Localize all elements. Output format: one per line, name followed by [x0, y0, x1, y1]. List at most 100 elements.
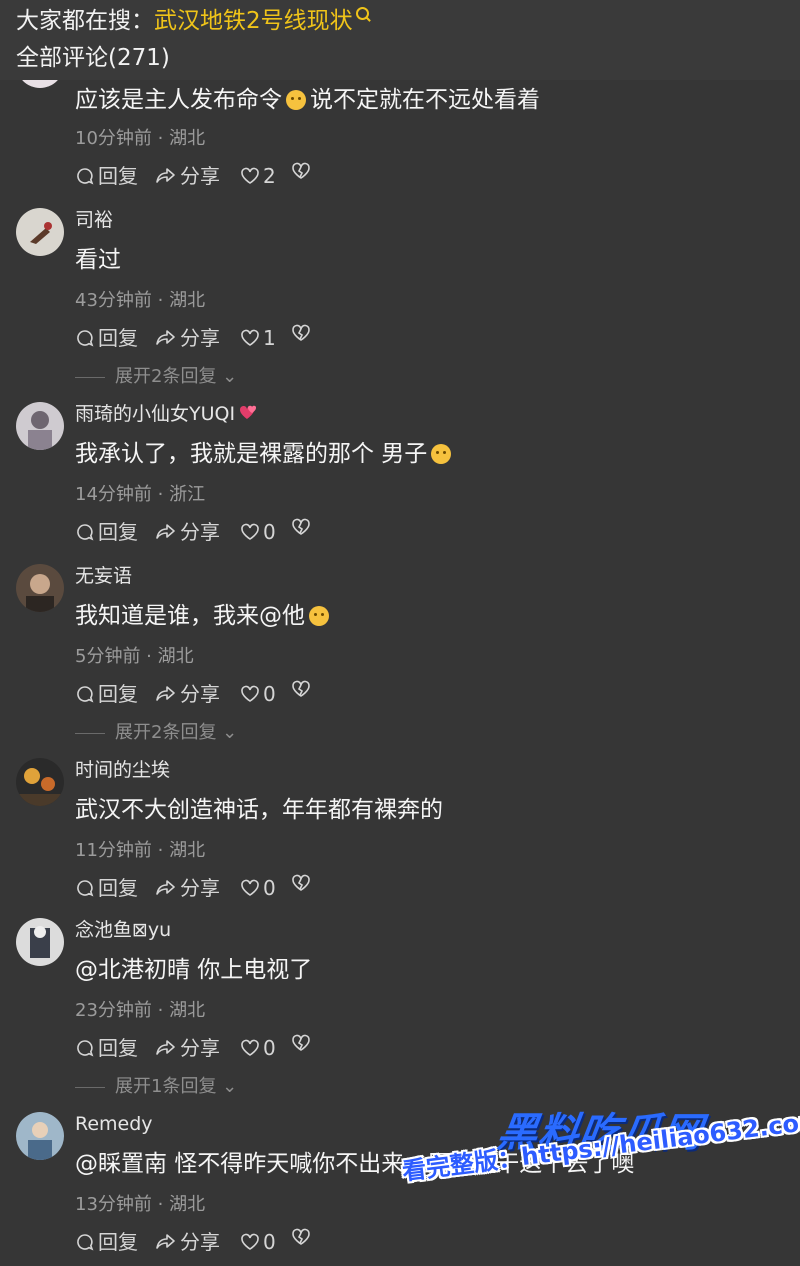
reply-icon	[77, 1040, 94, 1057]
like-button[interactable]: 0	[240, 680, 276, 708]
share-icon	[156, 168, 175, 183]
comment-meta: 11分钟前 · 湖北	[75, 840, 206, 861]
like-button[interactable]: 1	[240, 324, 276, 352]
broken-heart-icon	[292, 518, 310, 535]
comment-username[interactable]: 时间的尘埃	[75, 756, 170, 784]
chevron-down-icon: ⌄	[216, 1076, 238, 1097]
comment-text-main: 我承认了，我就是裸露的那个 男子	[75, 441, 428, 467]
avatar[interactable]	[16, 758, 64, 806]
share-button[interactable]: 分享	[155, 518, 220, 546]
comment-time: 14分钟前	[75, 484, 152, 505]
dislike-button[interactable]	[291, 1228, 314, 1246]
share-button[interactable]: 分享	[155, 1034, 220, 1062]
reply-button[interactable]: 回复	[75, 874, 138, 902]
divider	[75, 376, 105, 378]
like-count: 0	[263, 682, 276, 706]
share-label: 分享	[180, 520, 220, 544]
comment-time: 43分钟前	[75, 290, 152, 311]
comment-location: 湖北	[169, 1000, 206, 1021]
like-count: 0	[263, 520, 276, 544]
reply-button[interactable]: 回复	[75, 518, 138, 546]
broken-heart-icon	[292, 324, 310, 341]
avatar[interactable]	[16, 564, 64, 612]
like-button[interactable]: 0	[240, 1228, 276, 1256]
reply-button[interactable]: 回复	[75, 1034, 138, 1062]
share-label: 分享	[180, 682, 220, 706]
expand-replies-button[interactable]: 展开1条回复 ⌄	[75, 1074, 237, 1100]
share-button[interactable]: 分享	[155, 1228, 220, 1256]
share-label: 分享	[180, 876, 220, 900]
reply-button[interactable]: 回复	[75, 162, 138, 190]
broken-heart-icon	[292, 1034, 310, 1051]
comment-text-main: 我知道是谁，我来@他	[75, 603, 305, 629]
comment-time: 10分钟前	[75, 128, 152, 149]
like-button[interactable]: 0	[240, 518, 276, 546]
share-label: 分享	[180, 326, 220, 350]
avatar[interactable]	[16, 1112, 64, 1160]
comment-location: 湖北	[169, 1194, 206, 1215]
comment-meta: 13分钟前 · 湖北	[75, 1194, 206, 1215]
comment-location: 湖北	[169, 840, 206, 861]
comment-meta: 14分钟前 · 浙江	[75, 484, 206, 505]
avatar[interactable]	[16, 208, 64, 256]
share-icon	[156, 880, 175, 895]
reply-label: 回复	[98, 682, 138, 706]
hot-search-keyword[interactable]: 武汉地铁2号线现状	[154, 8, 353, 34]
share-button[interactable]: 分享	[155, 874, 220, 902]
dislike-button[interactable]	[291, 324, 314, 342]
hot-search-line[interactable]: 大家都在搜：武汉地铁2号线现状	[16, 6, 369, 36]
reply-label: 回复	[98, 876, 138, 900]
comment-username[interactable]: 雨琦的小仙女YUQI	[75, 400, 257, 428]
dislike-button[interactable]	[291, 874, 314, 892]
reply-button[interactable]: 回复	[75, 1228, 138, 1256]
like-button[interactable]: 0	[240, 1034, 276, 1062]
comment-username[interactable]: 念池鱼⊠yu	[75, 916, 171, 944]
reply-label: 回复	[98, 164, 138, 188]
comment-time: 5分钟前	[75, 646, 141, 667]
comment-text: 武汉不大创造神话，年年都有裸奔的	[75, 797, 443, 823]
share-button[interactable]: 分享	[155, 680, 220, 708]
like-count: 1	[263, 326, 276, 350]
dislike-button[interactable]	[291, 518, 314, 536]
broken-heart-icon	[292, 874, 310, 891]
broken-heart-icon	[292, 162, 310, 179]
hearts-emoji-icon	[238, 402, 257, 419]
avatar[interactable]	[16, 918, 64, 966]
heart-icon	[241, 329, 259, 346]
divider	[75, 1086, 105, 1088]
expand-label: 展开1条回复	[115, 1076, 217, 1097]
comment-username[interactable]: 司裕	[75, 206, 113, 234]
heart-icon	[241, 523, 259, 540]
avatar[interactable]	[16, 402, 64, 450]
comment-text-main: 应该是主人发布命令	[75, 87, 282, 113]
like-count: 0	[263, 876, 276, 900]
emoji-icon	[431, 444, 452, 464]
share-icon	[156, 1040, 175, 1055]
username-text: 雨琦的小仙女YUQI	[75, 403, 236, 425]
like-button[interactable]: 0	[240, 874, 276, 902]
comment-time: 23分钟前	[75, 1000, 152, 1021]
comment-username[interactable]: Remedy	[75, 1110, 153, 1138]
expand-replies-button[interactable]: 展开2条回复 ⌄	[75, 720, 237, 746]
reply-button[interactable]: 回复	[75, 680, 138, 708]
comment-text: 我知道是谁，我来@他	[75, 600, 333, 632]
like-button[interactable]: 2	[240, 162, 276, 190]
dislike-button[interactable]	[291, 680, 314, 698]
dislike-button[interactable]	[291, 1034, 314, 1052]
comment-location: 湖北	[169, 128, 206, 149]
like-count: 2	[263, 164, 276, 188]
divider	[75, 732, 105, 734]
search-icon[interactable]	[355, 7, 369, 20]
share-label: 分享	[180, 1036, 220, 1060]
comment-meta: 10分钟前 · 湖北	[75, 128, 206, 149]
expand-replies-button[interactable]: 展开2条回复 ⌄	[75, 364, 237, 390]
reply-button[interactable]: 回复	[75, 324, 138, 352]
share-button[interactable]: 分享	[155, 324, 220, 352]
heart-icon	[241, 685, 259, 702]
like-count: 0	[263, 1036, 276, 1060]
reply-label: 回复	[98, 520, 138, 544]
share-button[interactable]: 分享	[155, 162, 220, 190]
comment-username[interactable]: 无妄语	[75, 562, 132, 590]
dislike-button[interactable]	[291, 162, 314, 180]
share-icon	[156, 524, 175, 539]
